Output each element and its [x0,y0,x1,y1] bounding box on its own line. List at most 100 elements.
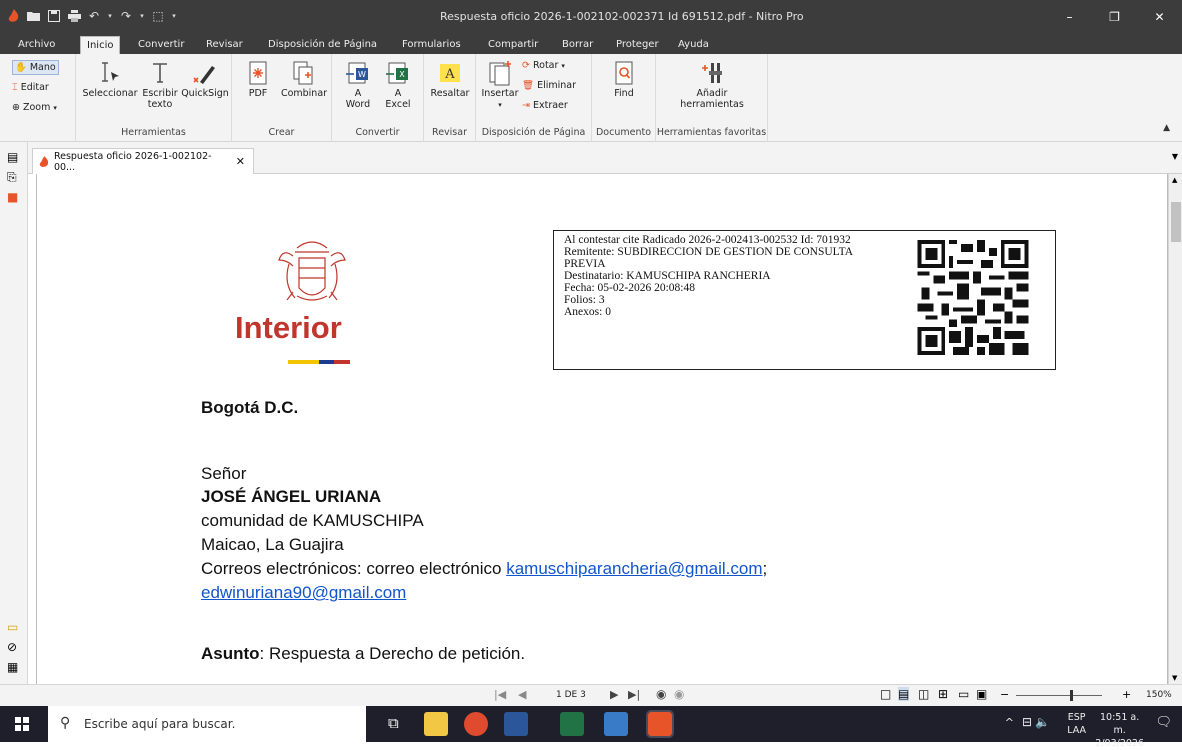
quicksign-button[interactable]: QuickSign [180,60,230,99]
mano-button[interactable]: ✋ Mano [12,60,59,75]
fit-page-icon[interactable]: ▣ [976,687,987,701]
fit-width-icon[interactable]: ▭ [958,687,969,701]
first-page-icon[interactable]: |◀ [494,688,506,701]
insert-page-icon [489,61,511,86]
group-favoritas: Añadir herramientas Herramientas favorita… [656,54,768,142]
comments-icon[interactable]: ▭ [7,620,18,634]
excel-app-icon[interactable] [560,712,584,736]
single-page-view-icon[interactable]: □ [880,687,891,701]
output-icon[interactable]: ▦ [7,660,18,674]
blue-app-icon[interactable] [604,712,628,736]
recipient-location: Maicao, La Guajira [201,535,344,554]
rotar-button[interactable]: ⟳ Rotar ▾ [522,60,565,71]
save-icon[interactable] [46,8,62,24]
windows-start-icon[interactable] [15,717,29,731]
file-explorer-icon[interactable] [424,712,448,736]
tab-inicio[interactable]: Inicio [80,36,121,54]
prev-page-icon[interactable]: ◀ [518,688,526,701]
network-icon[interactable]: ⊟ [1022,715,1032,729]
zoom-slider[interactable] [1016,695,1102,696]
seleccionar-button[interactable]: Seleccionar [82,60,138,99]
search-icon: ⚲ [60,715,71,731]
scroll-thumb[interactable] [1171,202,1181,242]
city-line: Bogotá D.C. [201,398,299,417]
scroll-down-icon[interactable]: ▼ [1172,674,1177,682]
collapse-ribbon-icon[interactable]: ▲ [1163,123,1170,133]
undo-dropdown-icon[interactable]: ▾ [106,8,114,24]
open-folder-icon[interactable] [26,8,42,24]
email-link-2[interactable]: edwinuriana90@gmail.com [201,583,406,602]
taskbar-search[interactable]: ⚲ Escribe aquí para buscar. [48,706,366,742]
zoom-button[interactable]: ⊕ Zoom ▾ [12,102,57,113]
nitro-app-icon[interactable] [646,710,674,738]
tab-revisar[interactable]: Revisar [200,36,249,54]
show-hidden-icons-icon[interactable]: ^ [1005,716,1014,729]
zoom-in-icon[interactable]: + [1122,688,1131,701]
add-tools-button[interactable]: Añadir herramientas [676,60,748,110]
to-excel-button[interactable]: X A Excel [378,60,418,110]
document-tab[interactable]: Respuesta oficio 2026-1-002102-00... ✕ [32,148,254,174]
close-button[interactable]: ✕ [1137,0,1182,34]
minimize-button[interactable]: – [1047,0,1092,34]
bookmarks-panel-icon[interactable]: ⎘ [7,170,17,185]
zoom-out-icon[interactable]: − [1000,688,1009,701]
select-tool-icon[interactable]: ⬚ [150,8,166,24]
task-view-icon[interactable]: ⧉ [388,714,399,732]
forward-view-icon[interactable]: ◉ [674,687,684,701]
portfolio-icon[interactable]: ■ [7,190,18,204]
combinar-button[interactable]: Combinar [278,60,330,99]
tab-formularios[interactable]: Formularios [396,36,467,54]
tab-convertir[interactable]: Convertir [132,36,190,54]
extraer-button[interactable]: ⇥ Extraer [522,100,568,111]
print-icon[interactable] [66,8,82,24]
volume-icon[interactable]: 🔈 [1035,715,1050,729]
restore-button[interactable]: ❐ [1092,0,1137,34]
editar-button[interactable]: ⌶ Editar [12,82,49,93]
insertar-button[interactable]: Insertar ▾ [480,60,520,111]
find-icon [615,61,633,85]
zoom-icon: ⊕ [12,102,20,113]
resaltar-button[interactable]: A Resaltar [426,60,474,99]
language-indicator[interactable]: ESP LAA [1067,711,1086,737]
clock[interactable]: 10:51 a. m. 2/03/2026 [1095,711,1144,750]
tab-compartir[interactable]: Compartir [482,36,544,54]
escribir-texto-button[interactable]: Escribir texto [138,60,182,110]
status-bar: |◀ ◀ 1 DE 3 ▶ ▶| ◉ ◉ □ ▤ ◫ ⊞ ▭ ▣ − + 150… [0,684,1182,706]
tab-ayuda[interactable]: Ayuda [672,36,715,54]
tab-disposicion[interactable]: Disposición de Página [262,36,383,54]
find-button[interactable]: Find [602,60,646,99]
document-viewport: Interior Al contestar cite Radicado 2026… [28,174,1182,684]
to-word-button[interactable]: W A Word [338,60,378,110]
ribbon: ✋ Mano ⌶ Editar ⊕ Zoom ▾ Seleccionar Escribi… [0,54,1182,142]
combine-icon [293,61,313,85]
notifications-icon[interactable]: 🗨 [1155,715,1172,730]
word-app-icon[interactable] [504,712,528,736]
tab-borrar[interactable]: Borrar [556,36,599,54]
eliminar-button[interactable]: 🗑 Eliminar [522,80,576,91]
last-page-icon[interactable]: ▶| [628,688,640,701]
zoom-level[interactable]: 150% [1146,690,1172,700]
zoom-slider-thumb[interactable] [1070,690,1073,701]
undo-icon[interactable]: ↶ [86,8,102,24]
continuous-facing-view-icon[interactable]: ⊞ [938,687,948,701]
close-tab-icon[interactable]: ✕ [236,155,245,168]
scroll-up-icon[interactable]: ▲ [1172,176,1177,184]
customize-qat-icon[interactable]: ▾ [170,8,178,24]
tab-proteger[interactable]: Proteger [610,36,665,54]
pdf-button[interactable]: PDF [240,60,276,99]
pages-panel-icon[interactable]: ▤ [7,150,18,164]
redo-icon[interactable]: ↷ [118,8,134,24]
redo-dropdown-icon[interactable]: ▾ [138,8,146,24]
group-crear: PDF Combinar Crear [232,54,332,142]
vertical-scrollbar[interactable]: ▲ ▼ [1168,174,1182,684]
chrome-icon[interactable] [464,712,488,736]
page-indicator[interactable]: 1 DE 3 [556,690,586,700]
continuous-view-icon[interactable]: ▤ [898,687,910,701]
next-page-icon[interactable]: ▶ [610,688,618,701]
tab-list-dropdown-icon[interactable]: ▼ [1172,152,1178,161]
tab-archivo[interactable]: Archivo [12,36,61,54]
back-view-icon[interactable]: ◉ [656,687,666,701]
email-link-1[interactable]: kamuschiparancheria@gmail.com [506,559,762,578]
attachments-icon[interactable]: ⊘ [7,640,17,654]
facing-view-icon[interactable]: ◫ [918,687,929,701]
